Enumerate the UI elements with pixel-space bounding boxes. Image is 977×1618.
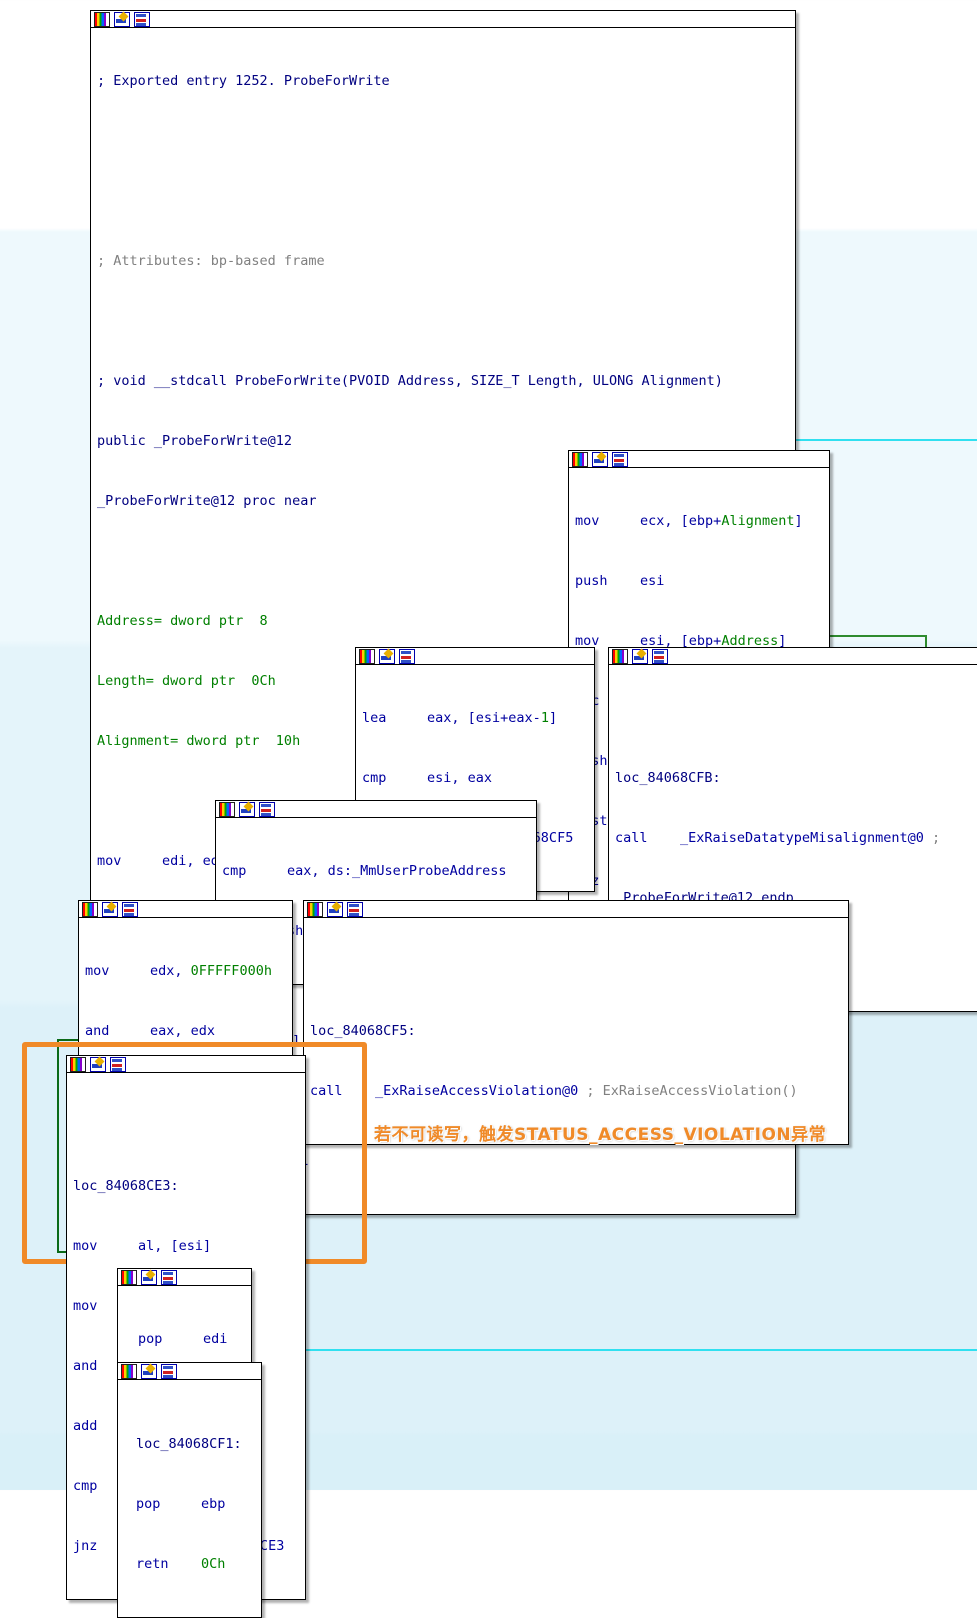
code-line: and eax, edx [85,1023,216,1039]
code-line: ; Attributes: bp-based frame [97,253,325,269]
block-titlebar [569,451,829,468]
pencil-icon[interactable] [239,801,255,817]
pencil-icon[interactable] [141,1363,157,1379]
graph-icon[interactable] [161,1269,177,1285]
block-titlebar [118,1363,261,1380]
pencil-icon[interactable] [632,648,648,664]
block-titlebar [91,11,795,28]
graph-icon[interactable] [134,11,150,27]
block-titlebar [609,648,977,665]
code-line: public _ProbeForWrite@12 [97,433,293,449]
pencil-icon[interactable] [114,11,130,27]
block-titlebar [67,1056,305,1073]
graph-icon[interactable] [259,801,275,817]
palette-icon[interactable] [572,451,588,467]
code-line: mov ecx, [ebp+Alignment] [575,513,803,529]
palette-icon[interactable] [121,1363,137,1379]
block-return-code[interactable]: loc_84068CF1: pop ebp retn 0Ch [118,1380,261,1617]
pencil-icon[interactable] [592,451,608,467]
edge-entry-jz-taken-2 [199,1349,977,1369]
annotation-access-violation: 若不可读写，触发STATUS_ACCESS_VIOLATION异常 [374,1125,827,1145]
code-line: loc_84068CE3: [73,1178,179,1194]
code-line: ; void __stdcall ProbeForWrite(PVOID Add… [97,373,723,389]
code-line: mov al, [esi] [73,1238,212,1254]
palette-icon[interactable] [307,901,323,917]
code-line: pop edi [138,1331,228,1347]
palette-icon[interactable] [359,648,375,664]
graph-icon[interactable] [652,648,668,664]
code-line: ; Exported entry 1252. ProbeForWrite [97,73,390,89]
code-line: mov edx, 0FFFFF000h [85,963,272,979]
pencil-icon[interactable] [327,901,343,917]
graph-icon[interactable] [347,901,363,917]
pencil-icon[interactable] [141,1269,157,1285]
code-line: cmp esi, eax [362,770,493,786]
code-line: cmp eax, ds:_MmUserProbeAddress [222,863,507,879]
block-titlebar [79,901,292,918]
code-line: push esi [575,573,665,589]
graph-icon[interactable] [122,901,138,917]
block-titlebar [216,801,536,818]
block-titlebar [356,648,594,665]
code-line: lea eax, [esi+eax-1] [362,710,558,726]
code-line: loc_84068CF5: [310,1023,416,1039]
graph-icon[interactable] [399,648,415,664]
block-titlebar [304,901,848,918]
palette-icon[interactable] [612,648,628,664]
pencil-icon[interactable] [90,1056,106,1072]
graph-icon[interactable] [161,1363,177,1379]
block-access-violation[interactable]: loc_84068CF5: call _ExRaiseAccessViolati… [303,900,849,1145]
palette-icon[interactable] [121,1269,137,1285]
block-return[interactable]: loc_84068CF1: pop ebp retn 0Ch [117,1362,262,1618]
pencil-icon[interactable] [379,648,395,664]
code-line: loc_84068CF1: [136,1436,242,1452]
block-access-violation-code[interactable]: loc_84068CF5: call _ExRaiseAccessViolati… [304,918,848,1144]
pencil-icon[interactable] [102,901,118,917]
code-line: pop ebp [136,1496,226,1512]
palette-icon[interactable] [219,801,235,817]
graph-icon[interactable] [110,1056,126,1072]
graph-icon[interactable] [612,451,628,467]
palette-icon[interactable] [94,11,110,27]
code-line: call _ExRaiseAccessViolation@0 ; ExRaise… [310,1083,798,1099]
code-line: call _ExRaiseDatatypeMisalignment@0 ; [615,830,941,846]
palette-icon[interactable] [70,1056,86,1072]
code-line: loc_84068CFB: [615,770,721,786]
block-titlebar [118,1269,251,1286]
code-line: retn 0Ch [136,1556,226,1572]
palette-icon[interactable] [82,901,98,917]
